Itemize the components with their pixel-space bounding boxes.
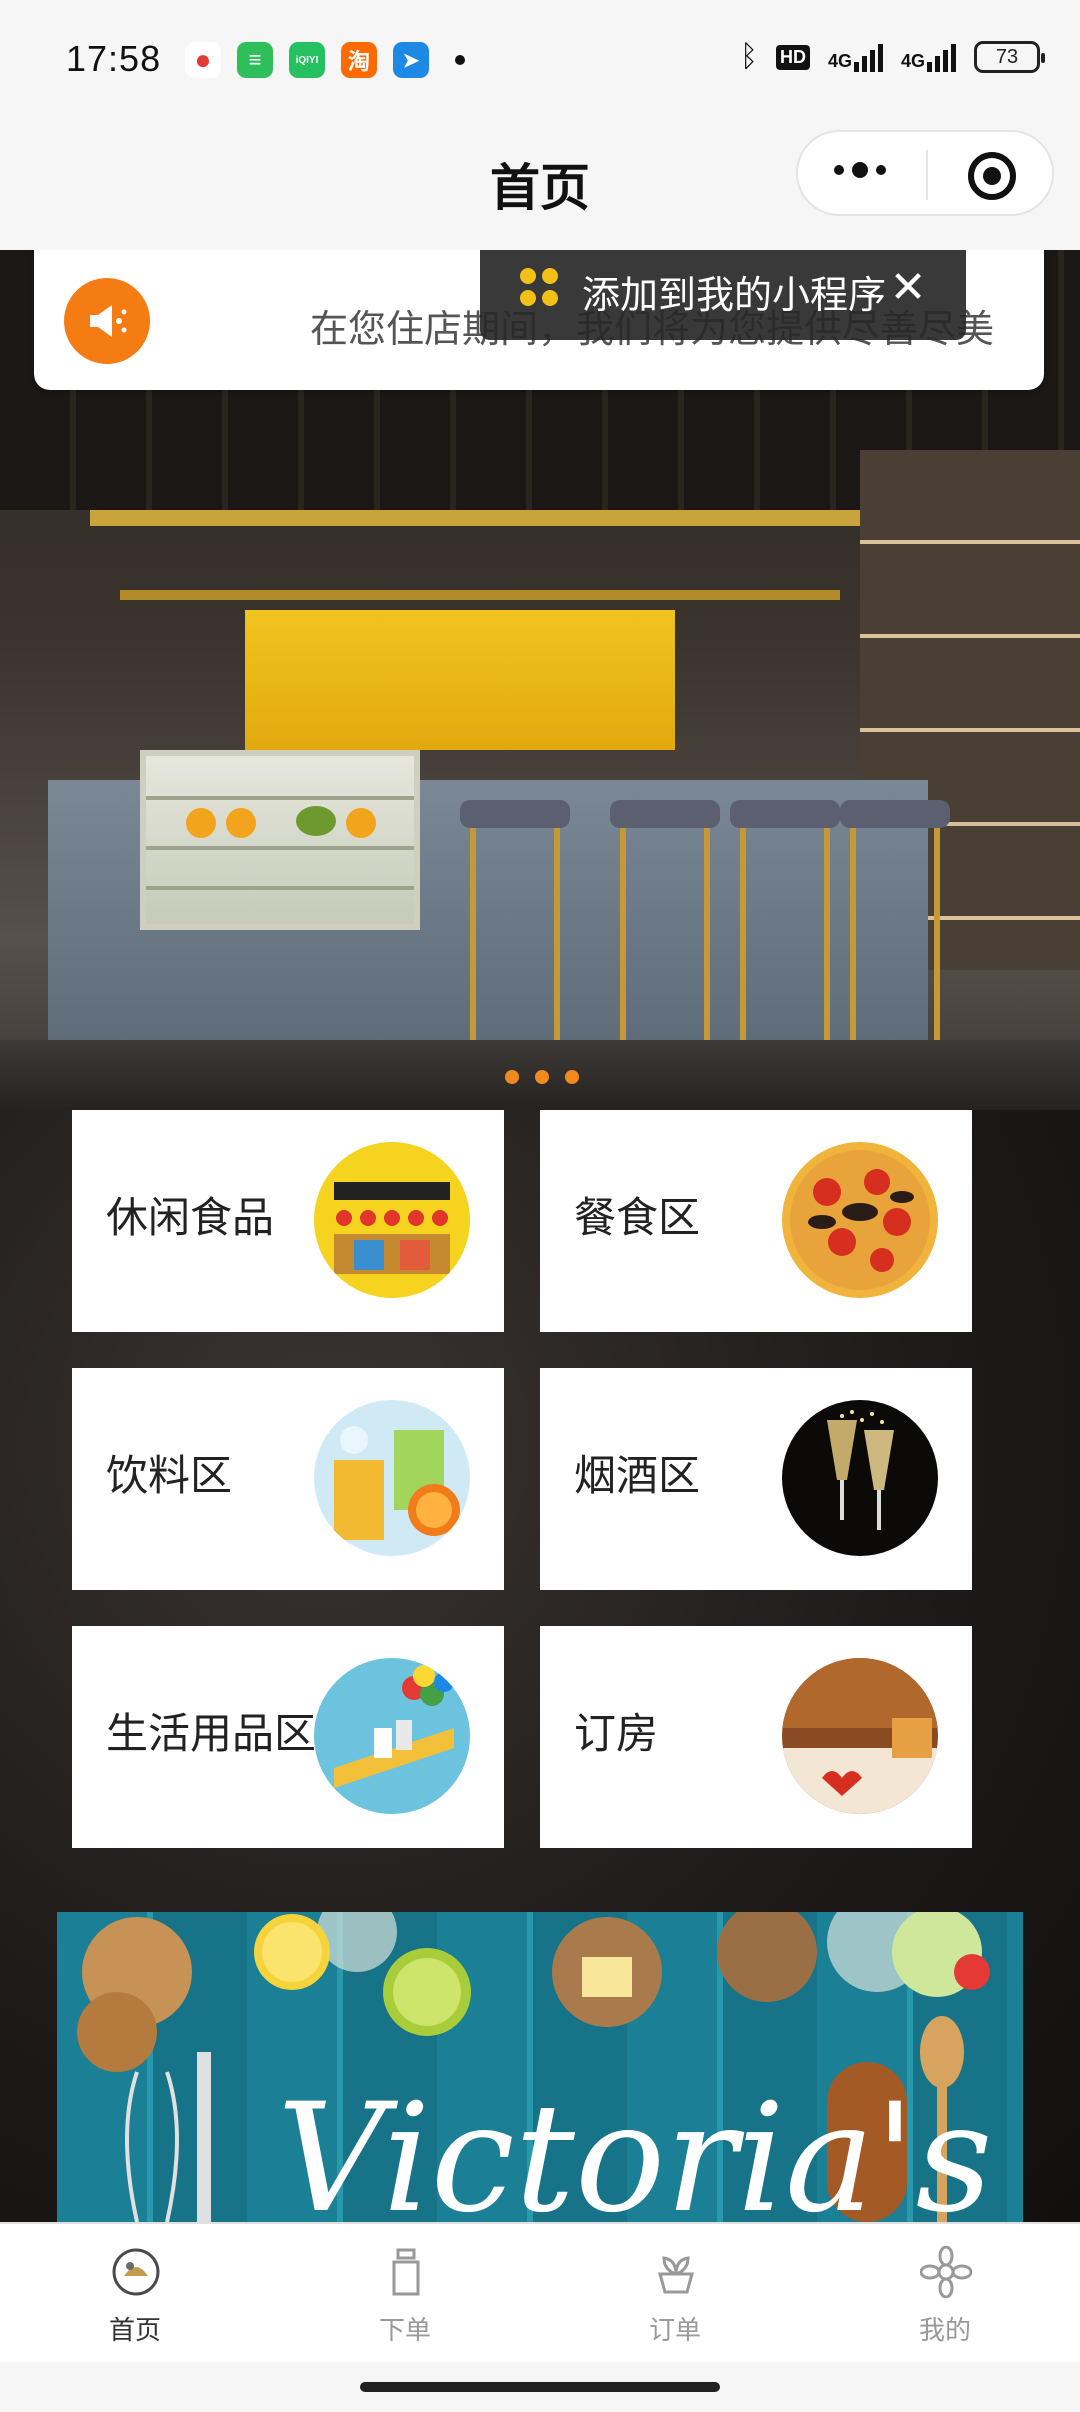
- category-book-room[interactable]: 订房: [540, 1626, 972, 1848]
- mini-program-icon: [520, 268, 560, 308]
- more-notifications-icon: [455, 55, 465, 65]
- tab-label: 首页: [108, 2316, 161, 2346]
- category-label: 订房: [574, 1709, 659, 1758]
- battery-indicator: 73: [974, 41, 1045, 73]
- capsule-divider: [926, 150, 928, 200]
- taobao-icon: 淘: [341, 42, 377, 78]
- signal-2: 4G: [901, 42, 956, 72]
- tab-label: 下单: [378, 2316, 431, 2346]
- juice-image: [314, 1400, 470, 1556]
- champagne-image: [782, 1400, 938, 1556]
- plant-icon: [650, 2246, 702, 2298]
- carousel-dot[interactable]: [505, 1070, 519, 1084]
- room-image: [782, 1658, 938, 1814]
- message-icon: ≡: [237, 42, 273, 78]
- tab-label: 我的: [918, 2316, 971, 2346]
- category-meals[interactable]: 餐食区: [540, 1110, 972, 1332]
- home-indicator[interactable]: [360, 2382, 720, 2392]
- display-fridge: [140, 750, 420, 930]
- flower-icon: [919, 2245, 973, 2299]
- category-label: 休闲食品: [106, 1193, 275, 1242]
- mini-program-capsule: [796, 130, 1054, 216]
- tab-bar: 首页 下单 订单 我的: [0, 2222, 1080, 2362]
- pizza-image: [782, 1142, 938, 1298]
- category-snacks[interactable]: 休闲食品: [72, 1110, 504, 1332]
- main-content[interactable]: 在您住店期间，我们将为您提供尽善尽美 休闲食品 餐食区: [0, 250, 1080, 2222]
- home-icon: [110, 2246, 162, 2298]
- signal-bars-1-icon: [853, 42, 883, 72]
- status-time: 17:58: [66, 38, 162, 79]
- close-mini-program-button[interactable]: [968, 152, 1016, 200]
- category-daily-goods[interactable]: 生活用品区: [72, 1626, 504, 1848]
- victorias-banner[interactable]: Victoria's: [57, 1912, 1023, 2222]
- bottle-icon: [380, 2246, 432, 2298]
- add-to-mini-program-tooltip[interactable]: 添加到我的小程序 ✕: [480, 250, 966, 340]
- daily-goods-image: [314, 1658, 470, 1814]
- status-app-icons: ● ≡ iQIYI 淘 ➤: [185, 42, 465, 78]
- nav-bar: 首页: [0, 120, 1080, 250]
- status-right: ᛒ HD 4G 4G 73: [739, 40, 1045, 74]
- weibo-icon: ●: [185, 42, 221, 78]
- category-label: 餐食区: [574, 1193, 701, 1242]
- tab-mine[interactable]: 我的: [810, 2224, 1080, 2364]
- carousel-indicator[interactable]: [505, 1070, 579, 1084]
- status-bar: 17:58 ● ≡ iQIYI 淘 ➤ ᛒ HD 4G 4G 73: [0, 0, 1080, 120]
- category-tobacco-alcohol[interactable]: 烟酒区: [540, 1368, 972, 1590]
- tab-orders[interactable]: 订单: [540, 2224, 810, 2364]
- carousel-dot[interactable]: [535, 1070, 549, 1084]
- megaphone-icon: [64, 278, 150, 364]
- category-label: 烟酒区: [574, 1451, 701, 1500]
- hd-badge: HD: [775, 44, 810, 70]
- tab-order[interactable]: 下单: [270, 2224, 540, 2364]
- close-icon[interactable]: ✕: [880, 260, 936, 316]
- tab-home[interactable]: 首页: [0, 2224, 270, 2364]
- snacks-image: [314, 1142, 470, 1298]
- iqiyi-icon: iQIYI: [289, 42, 325, 78]
- carousel-dot[interactable]: [565, 1070, 579, 1084]
- category-drinks[interactable]: 饮料区: [72, 1368, 504, 1590]
- navigation-icon: ➤: [393, 42, 429, 78]
- banner-title: Victoria's: [277, 2072, 993, 2222]
- tooltip-text: 添加到我的小程序: [582, 273, 887, 317]
- tab-label: 订单: [648, 2316, 701, 2346]
- signal-1: 4G: [828, 42, 883, 72]
- category-label: 生活用品区: [106, 1709, 317, 1758]
- bluetooth-icon: ᛒ: [739, 40, 758, 73]
- signal-bars-2-icon: [927, 42, 956, 72]
- category-label: 饮料区: [106, 1451, 233, 1500]
- more-button[interactable]: [834, 162, 886, 178]
